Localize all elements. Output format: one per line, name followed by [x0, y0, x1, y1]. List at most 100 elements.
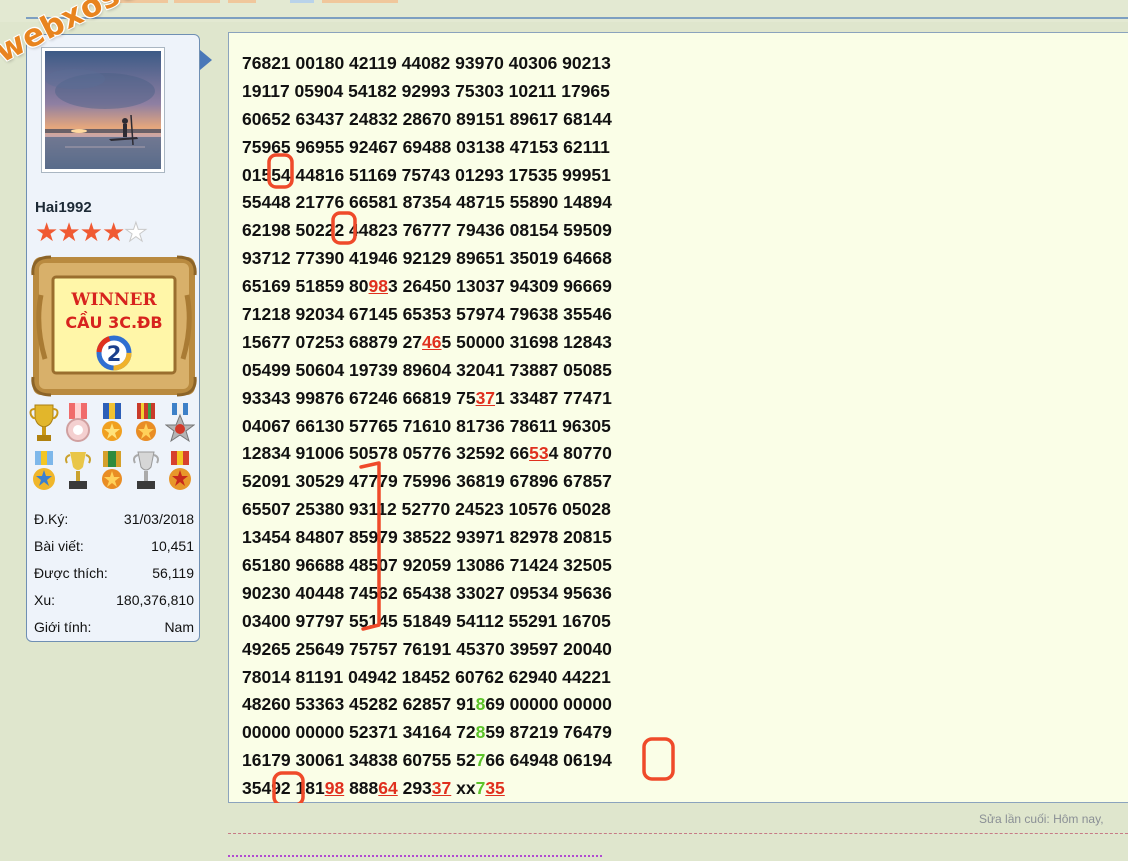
number-text: 75965 96955 92467 69488 03138 47153 6211… — [242, 136, 610, 157]
stat-label: Được thích: — [34, 564, 108, 581]
number-line: 05499 50604 19739 89604 32041 73887 0508… — [242, 357, 612, 385]
number-line: 52091 30529 47779 75996 36819 67896 6785… — [242, 468, 612, 496]
highlighted-digits-red: 46 — [422, 331, 442, 352]
highlighted-digits-red: 35 — [485, 778, 505, 799]
silver-cup-icon[interactable] — [131, 449, 161, 493]
number-text: 3 26450 13037 94309 96669 — [388, 276, 612, 297]
number-text: 01554 44816 51169 75743 01293 17535 9995… — [242, 164, 611, 185]
number-text: 60652 63437 24832 28670 89151 89617 6814… — [242, 108, 612, 129]
highlighted-digits-red: 98 — [368, 276, 388, 297]
striped-ribbon-medal-icon[interactable] — [131, 401, 161, 445]
number-line: 49265 25649 75757 76191 45370 39597 2004… — [242, 636, 612, 664]
highlighted-digits-red: 37 — [475, 387, 496, 408]
number-text: 5 50000 31698 12843 — [441, 331, 612, 352]
stat-row: Xu: 180,376,810 — [34, 586, 194, 613]
number-line: 19117 05904 54182 92993 75303 10211 1796… — [242, 78, 612, 106]
stat-value: Nam — [164, 618, 194, 635]
number-line: 03400 97797 55145 51849 54112 55291 1670… — [242, 608, 612, 636]
avatar[interactable] — [41, 47, 165, 173]
number-line: 00000 00000 52371 34164 72859 87219 7647… — [242, 719, 612, 747]
last-edited-note: Sửa lần cuối: Hôm nay, — [979, 812, 1104, 826]
number-text: 19117 05904 54182 92993 75303 10211 1796… — [242, 80, 610, 101]
number-line: 62198 50222 44823 76777 79436 08154 5950… — [242, 217, 612, 245]
star-filled-icon: ★ — [101, 217, 125, 247]
number-text: 69 00000 00000 — [485, 694, 612, 715]
stat-label: Giới tính: — [34, 618, 92, 635]
highlighted-digits-red: 64 — [378, 778, 398, 799]
number-text: 71218 92034 67145 65353 57974 79638 3554… — [242, 304, 612, 325]
star-order-medal-icon[interactable] — [165, 401, 195, 445]
tab-stub[interactable] — [290, 0, 314, 3]
number-line: 55448 21776 66581 87354 48715 55890 1489… — [242, 189, 612, 217]
number-line: 65507 25380 93112 52770 24523 10576 0502… — [242, 496, 612, 524]
stat-row: Bài viết: 10,451 — [34, 532, 194, 559]
number-line: 71218 92034 67145 65353 57974 79638 3554… — [242, 301, 612, 329]
number-text: 293 — [397, 778, 432, 799]
tab-stub[interactable] — [228, 0, 256, 3]
stat-row: Giới tính: Nam — [34, 613, 194, 640]
number-text: 49265 25649 75757 76191 45370 39597 2004… — [242, 638, 612, 659]
star-empty-icon: ★ — [124, 217, 148, 247]
header-divider — [26, 17, 1128, 19]
number-text: 76821 00180 42119 44082 93970 40306 9021… — [242, 53, 611, 73]
number-text: 59 87219 76479 — [485, 722, 612, 743]
highlighted-digits-red: 37 — [431, 778, 452, 799]
ribbon-medal-icon[interactable] — [63, 401, 93, 445]
red-star-medal-icon[interactable] — [165, 449, 195, 493]
post-pointer-arrow — [200, 50, 212, 70]
star-filled-icon: ★ — [57, 217, 80, 247]
stat-row: Được thích: 56,119 — [34, 559, 194, 586]
number-text: 1 33487 77471 — [495, 387, 612, 408]
blue-ribbon-medal-icon[interactable] — [97, 401, 127, 445]
number-text: 65180 96688 48507 92059 13086 71424 3250… — [242, 555, 612, 576]
number-text: 66 64948 06194 — [485, 750, 612, 771]
number-text: 15677 07253 68879 27 — [242, 331, 423, 352]
number-text: 888 — [344, 778, 379, 799]
post-footer-divider — [228, 833, 1128, 834]
star-filled-icon: ★ — [35, 217, 58, 247]
username[interactable]: Hai1992 — [35, 199, 92, 216]
number-line: 60652 63437 24832 28670 89151 89617 6814… — [242, 106, 612, 134]
number-line: 15677 07253 68879 27465 50000 31698 1284… — [242, 329, 612, 357]
number-text: 65507 25380 93112 52770 24523 10576 0502… — [242, 499, 611, 520]
blue-star-medal-icon[interactable] — [29, 449, 59, 493]
number-line: 76821 00180 42119 44082 93970 40306 9021… — [242, 50, 612, 78]
stat-value: 10,451 — [151, 537, 194, 554]
number-line: 65180 96688 48507 92059 13086 71424 3250… — [242, 552, 612, 580]
post-content: 76821 00180 42119 44082 93970 40306 9021… — [228, 32, 1128, 803]
green-ribbon-medal-icon[interactable] — [97, 449, 127, 493]
winner-badge: WINNER CẦU 3C.ĐB 2 — [31, 255, 197, 397]
stat-value: 31/03/2018 — [123, 510, 194, 527]
number-line: 78014 81191 04942 18452 60762 62940 4422… — [242, 664, 612, 692]
number-line: 13454 84807 85979 38522 93971 82978 2081… — [242, 524, 612, 552]
user-sidebar: Hai1992 ★★★★★ WINNER CẦU 3C.ĐB 2 Đ.Ký: 3… — [26, 34, 200, 642]
tab-stub[interactable] — [174, 0, 220, 3]
number-line: 01554 44816 51169 75743 01293 17535 9995… — [242, 162, 612, 190]
number-text: 90230 40448 74562 65438 33027 09534 9563… — [242, 582, 612, 603]
badge-title: WINNER — [70, 290, 157, 310]
number-line: 04067 66130 57765 71610 81736 78611 9630… — [242, 413, 612, 441]
gold-trophy-icon[interactable] — [29, 401, 59, 445]
number-text: 93343 99876 67246 66819 75 — [242, 387, 476, 408]
lottery-number-block: 76821 00180 42119 44082 93970 40306 9021… — [242, 50, 612, 803]
signature-divider — [228, 855, 602, 857]
stat-label: Đ.Ký: — [34, 510, 69, 527]
number-text: 93712 77390 41946 92129 89651 35019 6466… — [242, 248, 612, 269]
number-line: 35492 18198 88864 29337 xx735 — [242, 775, 612, 803]
number-text: 05499 50604 19739 89604 32041 73887 0508… — [242, 359, 612, 380]
number-text: 65169 51859 80 — [242, 276, 369, 297]
number-text: 48260 53363 45282 62857 91 — [242, 694, 476, 715]
number-text: 78014 81191 04942 18452 60762 62940 4422… — [242, 666, 611, 687]
number-text: 16179 30061 34838 60755 52 — [242, 750, 476, 771]
tab-stub[interactable] — [322, 0, 398, 3]
number-text: 12834 91006 50578 05776 32592 66 — [242, 443, 530, 464]
rating-stars: ★★★★★ — [35, 217, 148, 247]
highlighted-digits-red: 98 — [324, 778, 345, 799]
number-text: 03400 97797 55145 51849 54112 55291 1670… — [242, 610, 611, 631]
stat-label: Bài viết: — [34, 537, 84, 554]
number-text: 55448 21776 66581 87354 48715 55890 1489… — [242, 192, 612, 213]
number-line: 16179 30061 34838 60755 52766 64948 0619… — [242, 747, 612, 775]
badge-subtitle: CẦU 3C.ĐB — [65, 311, 162, 332]
highlighted-digits-red: 53 — [529, 443, 549, 464]
gold-cup-icon[interactable] — [63, 449, 93, 493]
